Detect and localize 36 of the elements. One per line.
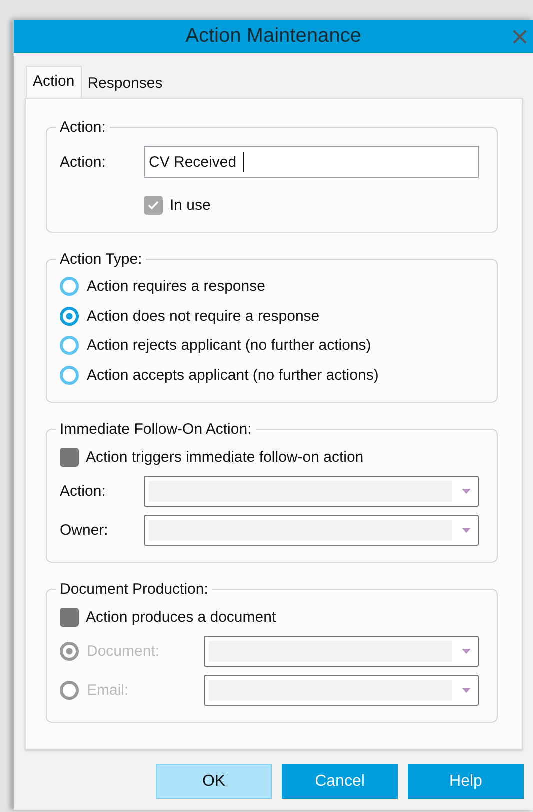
checkbox-label: Action produces a document — [86, 608, 276, 626]
radio-label: Document: — [87, 643, 160, 660]
dialog-button[interactable]: OK — [156, 764, 272, 799]
radio-button[interactable] — [60, 306, 79, 326]
dropdown[interactable] — [144, 476, 479, 507]
checkbox[interactable] — [60, 608, 79, 626]
radio-button[interactable] — [60, 366, 79, 385]
field-label: Action: — [60, 154, 107, 170]
radio-label: Action rejects applicant (no further actions) — [87, 337, 372, 354]
caret-icon[interactable] — [462, 688, 471, 693]
group-title: Document Production: — [59, 581, 210, 598]
window-title: Action Maintenance — [186, 25, 362, 48]
caret-icon[interactable] — [462, 528, 471, 533]
dropdown[interactable] — [204, 675, 479, 706]
caret-icon[interactable] — [462, 649, 471, 654]
field-label: Action: — [60, 483, 107, 500]
radio-label: Email: — [87, 682, 129, 699]
radio-label: Action does not require a response — [87, 308, 320, 325]
input-field[interactable]: CV Received — [144, 146, 479, 178]
group-title: Action: — [59, 119, 107, 136]
radio-button[interactable] — [60, 277, 79, 296]
group-title: Immediate Follow-On Action: — [59, 421, 253, 438]
field-label: Owner: — [60, 522, 110, 539]
checkbox-label: Action triggers immediate follow-on action — [86, 448, 364, 466]
tab[interactable]: Responses — [82, 70, 169, 97]
close-icon[interactable] — [513, 30, 527, 44]
caret-icon[interactable] — [462, 489, 471, 494]
dropdown[interactable] — [144, 515, 479, 546]
checkbox[interactable] — [60, 448, 79, 466]
checkbox-label: In use — [170, 196, 211, 214]
group-title: Action Type: — [59, 251, 144, 268]
radio-button[interactable] — [60, 336, 79, 356]
radio-label: Action accepts applicant (no further actions) — [87, 366, 379, 384]
radio-label: Action requires a response — [87, 278, 266, 296]
dropdown[interactable] — [204, 636, 479, 667]
tab[interactable]: Action — [26, 66, 82, 98]
